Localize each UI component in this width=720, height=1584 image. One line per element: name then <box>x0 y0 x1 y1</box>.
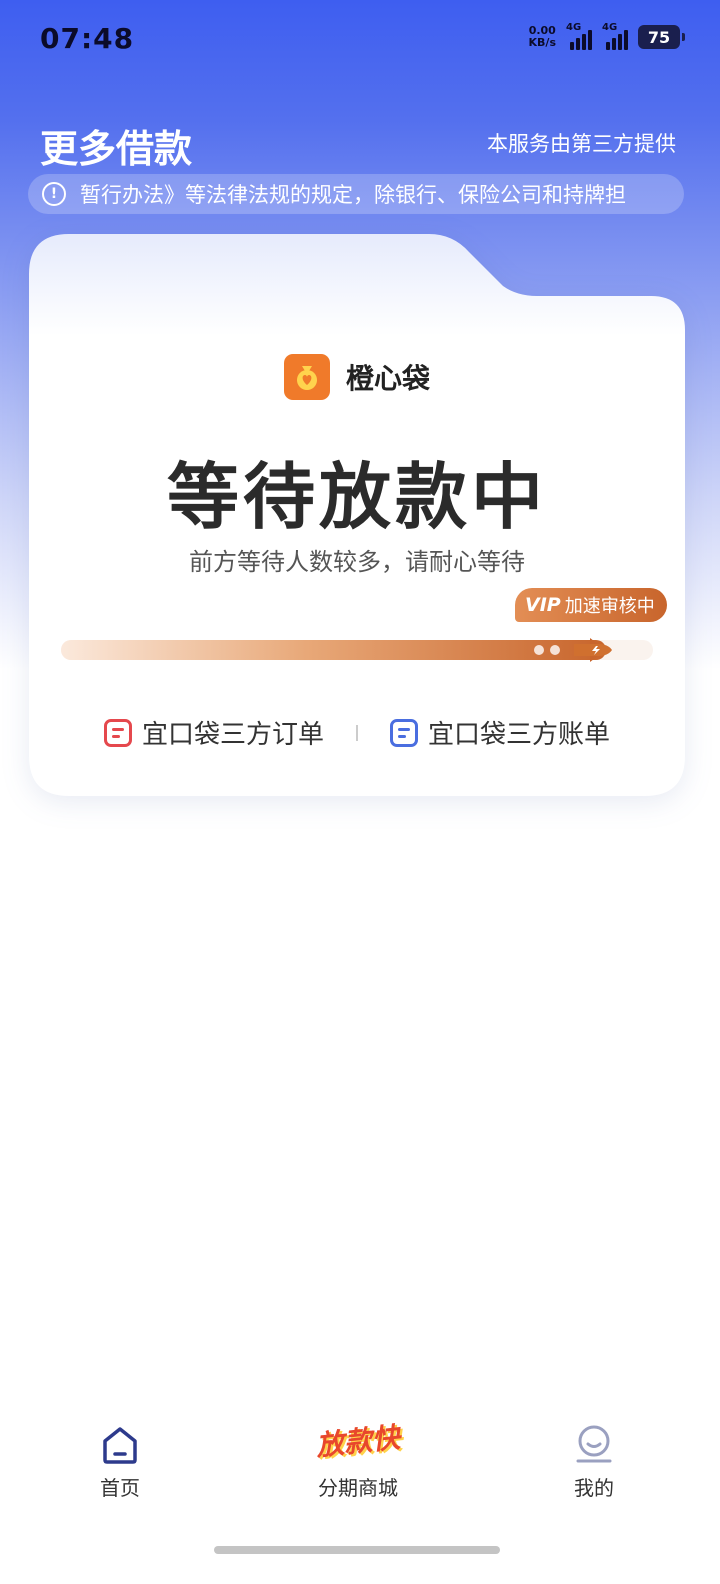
signal-icon: 4G <box>602 22 628 50</box>
status-time: 07:48 <box>40 22 135 55</box>
progress-trail-dot <box>534 645 544 655</box>
progress-trail-dot <box>550 645 560 655</box>
page-title: 更多借款 <box>40 127 193 171</box>
notice-text: 暂行办法》等法律法规的规定，除银行、保险公司和持牌担 <box>80 183 626 207</box>
home-indicator[interactable] <box>214 1546 500 1554</box>
network-speed: 0.00 KB/s <box>529 25 556 49</box>
status-title: 等待放款中 <box>166 455 547 539</box>
nav-item-home[interactable]: 首页 <box>40 1420 200 1501</box>
progress-fill <box>61 640 606 660</box>
status-subtitle: 前方等待人数较多，请耐心等待 <box>189 548 525 576</box>
promo-badge: 放款快 <box>314 1420 402 1463</box>
vip-mark: VIP <box>525 594 561 616</box>
vip-badge: VIP 加速审核中 <box>515 588 667 622</box>
signal-icon: 4G <box>566 22 592 50</box>
third-party-links: 宜口袋三方订单 宜口袋三方账单 <box>29 714 685 751</box>
status-bar: 07:48 0.00 KB/s 4G 4G 75 <box>0 0 720 80</box>
nav-label-profile: 我的 <box>574 1476 614 1500</box>
nav-item-mall[interactable]: 放款快 分期商城 <box>278 1420 438 1501</box>
battery-icon: 75 <box>638 25 685 49</box>
nav-label-mall: 分期商城 <box>318 1476 398 1500</box>
third-party-bill-link[interactable]: 宜口袋三方账单 <box>390 714 610 751</box>
money-bag-heart-icon <box>283 354 330 400</box>
order-doc-icon <box>103 718 132 747</box>
bottom-nav: 首页 放款快 分期商城 我的 <box>0 1420 720 1520</box>
vip-text: 加速审核中 <box>564 596 655 617</box>
bill-doc-icon <box>390 718 418 747</box>
home-icon <box>102 1420 138 1464</box>
brand-row: 橙心袋 <box>29 354 685 400</box>
network-speed-unit: KB/s <box>528 36 556 49</box>
info-icon: ! <box>42 182 66 206</box>
third-party-bill-label: 宜口袋三方账单 <box>428 720 611 750</box>
notice-bar[interactable]: ! 暂行办法》等法律法规的规定，除银行、保险公司和持牌担 <box>28 174 684 214</box>
profile-icon <box>574 1420 614 1464</box>
link-divider <box>356 724 358 741</box>
status-indicators: 0.00 KB/s 4G 4G 75 <box>529 22 685 50</box>
loan-status-card: 橙心袋 等待放款中 前方等待人数较多，请耐心等待 VIP 加速审核中 宜口袋三方… <box>29 234 685 796</box>
brand-name: 橙心袋 <box>345 362 430 395</box>
third-party-order-link[interactable]: 宜口袋三方订单 <box>103 714 324 751</box>
nav-label-home: 首页 <box>100 1476 140 1500</box>
nav-item-profile[interactable]: 我的 <box>514 1420 674 1501</box>
provider-note: 本服务由第三方提供 <box>487 132 676 156</box>
rocket-icon <box>572 634 612 666</box>
third-party-order-label: 宜口袋三方订单 <box>141 720 324 750</box>
